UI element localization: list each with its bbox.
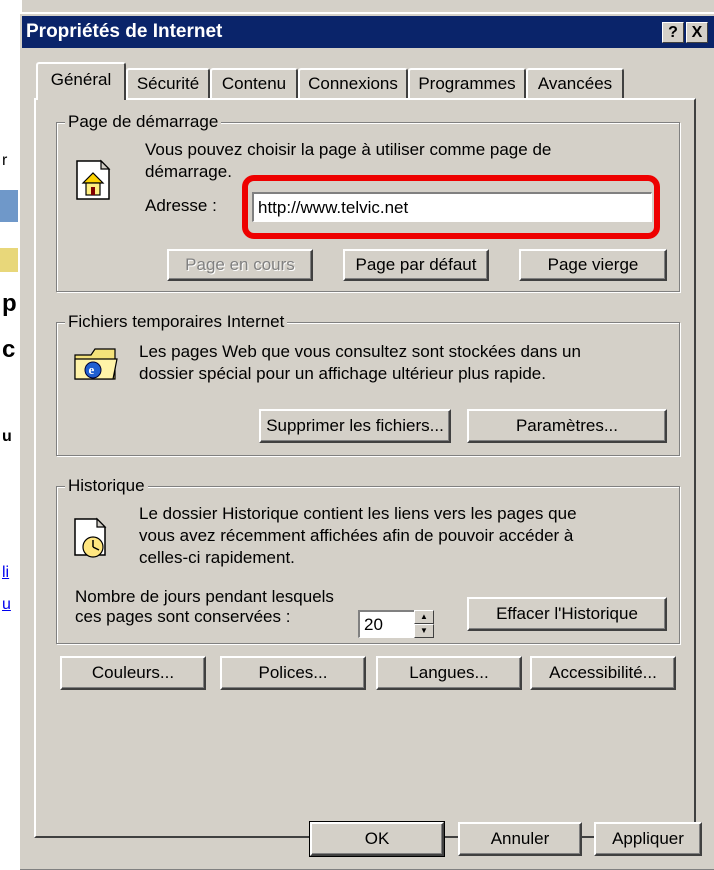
tab-security[interactable]: Sécurité xyxy=(126,68,210,98)
tab-content[interactable]: Contenu xyxy=(210,68,298,98)
homepage-description-line2: démarrage. xyxy=(145,162,232,181)
tab-programs[interactable]: Programmes xyxy=(408,68,526,98)
background-text-fragment: r xyxy=(2,152,8,169)
background-window-top xyxy=(0,0,714,12)
use-blank-page-button[interactable]: Page vierge xyxy=(519,249,667,281)
use-default-page-button[interactable]: Page par défaut xyxy=(343,249,489,281)
colors-button[interactable]: Couleurs... xyxy=(60,656,206,690)
home-page-icon xyxy=(76,159,111,200)
delete-files-button[interactable]: Supprimer les fichiers... xyxy=(259,409,451,443)
days-kept-input[interactable] xyxy=(358,610,416,638)
history-legend: Historique xyxy=(65,476,148,496)
help-button[interactable]: ? xyxy=(662,22,684,43)
clear-history-button[interactable]: Effacer l'Historique xyxy=(467,597,667,631)
background-link-fragment[interactable]: li xyxy=(2,564,9,582)
title-bar[interactable]: Propriétés de Internet ? X xyxy=(22,16,714,48)
settings-button[interactable]: Paramètres... xyxy=(467,409,667,443)
history-icon xyxy=(74,517,107,558)
address-label: Adresse : xyxy=(145,196,217,215)
background-link-fragment[interactable]: u xyxy=(2,596,11,614)
apply-button[interactable]: Appliquer xyxy=(594,822,702,856)
internet-properties-dialog: Propriétés de Internet ? X Général Sécur… xyxy=(18,12,714,870)
history-description-line3: celles-ci rapidement. xyxy=(139,548,295,567)
accessibility-button[interactable]: Accessibilité... xyxy=(530,656,676,690)
ok-button[interactable]: OK xyxy=(309,821,445,857)
tab-general[interactable]: Général xyxy=(36,62,126,100)
background-text-fragment: c xyxy=(2,336,16,363)
days-kept-spinner[interactable]: ▲ ▼ xyxy=(414,610,434,638)
homepage-description-line1: Vous pouvez choisir la page à utiliser c… xyxy=(145,140,552,159)
background-text-fragment: p xyxy=(2,290,17,317)
history-description-line2: vous avez récemment affichées afin de po… xyxy=(139,526,574,545)
window-title: Propriétés de Internet xyxy=(26,21,223,42)
cancel-button[interactable]: Annuler xyxy=(458,822,582,856)
days-kept-label-line1: Nombre de jours pendant lesquels xyxy=(75,587,334,606)
homepage-address-input[interactable] xyxy=(252,192,652,222)
tab-connections[interactable]: Connexions xyxy=(298,68,408,98)
languages-button[interactable]: Langues... xyxy=(376,656,522,690)
temporary-files-legend: Fichiers temporaires Internet xyxy=(65,312,288,332)
days-kept-label-line2: ces pages sont conservées : xyxy=(75,607,291,626)
ie-folder-icon: e xyxy=(74,348,118,380)
chevron-up-icon[interactable]: ▲ xyxy=(414,610,434,624)
homepage-legend: Page de démarrage xyxy=(65,112,222,132)
svg-text:e: e xyxy=(89,362,95,377)
background-text-fragment: u xyxy=(2,428,12,445)
close-button[interactable]: X xyxy=(686,22,708,43)
history-description-line1: Le dossier Historique contient les liens… xyxy=(139,504,577,523)
temporary-files-description-line1: Les pages Web que vous consultez sont st… xyxy=(139,342,581,361)
temporary-files-group: Fichiers temporaires Internet e Les page… xyxy=(56,312,680,456)
use-current-page-button[interactable]: Page en cours xyxy=(167,249,313,281)
tab-advanced[interactable]: Avancées xyxy=(526,68,624,98)
temporary-files-description-line2: dossier spécial pour un affichage ultéri… xyxy=(139,364,546,383)
chevron-down-icon[interactable]: ▼ xyxy=(414,624,434,638)
fonts-button[interactable]: Polices... xyxy=(220,656,366,690)
